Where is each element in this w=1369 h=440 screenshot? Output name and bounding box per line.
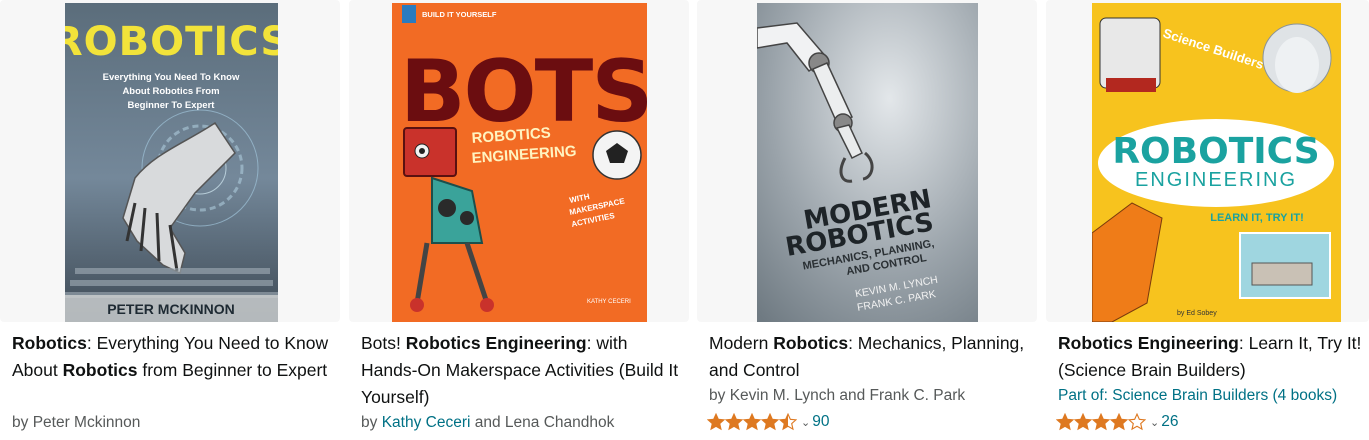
product-card-4[interactable]: Science Builders ROBOTICS ENGINEERING LE… bbox=[1046, 0, 1369, 440]
book-cover-modern-robotics[interactable]: MODERN ROBOTICS MECHANICS, PLANNING, AND… bbox=[757, 3, 978, 322]
byline-prefix: by bbox=[12, 414, 33, 431]
star-rating[interactable]: ⌄ 26 bbox=[1056, 413, 1178, 431]
product-title-link[interactable]: Robotics: Everything You Need to Know Ab… bbox=[12, 330, 332, 384]
byline: by Peter Mckinnon bbox=[12, 413, 140, 433]
book-cover-robotics-mckinnon[interactable]: ROBOTICS Everything You Need To Know Abo… bbox=[65, 3, 278, 322]
star-icon bbox=[761, 413, 779, 431]
cover-series: BUILD IT YOURSELF bbox=[422, 10, 497, 19]
chevron-down-icon[interactable]: ⌄ bbox=[801, 416, 810, 429]
star-icon bbox=[779, 413, 797, 431]
cover-tagline: LEARN IT, TRY IT! bbox=[1210, 212, 1304, 224]
cover-author: by Ed Sobey bbox=[1177, 310, 1217, 317]
star-icon bbox=[707, 413, 725, 431]
cover-subtitle-2: About Robotics From bbox=[122, 86, 219, 97]
product-title-link[interactable]: Robotics Engineering: Learn It, Try It! … bbox=[1058, 330, 1369, 384]
book-cover-bots[interactable]: BUILD IT YOURSELF BOTS! ROBOTICS ENGINEE… bbox=[392, 3, 647, 322]
byline: by Kathy Ceceri and Lena Chandhok bbox=[361, 413, 614, 433]
product-title-link[interactable]: Bots! Robotics Engineering: with Hands-O… bbox=[361, 330, 686, 411]
author-name: Peter Mckinnon bbox=[32, 414, 141, 431]
cover-subtitle-1: Everything You Need To Know bbox=[103, 72, 240, 83]
star-icon bbox=[1092, 413, 1110, 431]
book-cover-robotics-engineering[interactable]: Science Builders ROBOTICS ENGINEERING LE… bbox=[1092, 3, 1341, 322]
product-image-container[interactable]: ROBOTICS Everything You Need To Know Abo… bbox=[0, 0, 340, 322]
product-image-container[interactable]: Science Builders ROBOTICS ENGINEERING LE… bbox=[1046, 0, 1369, 322]
cover-author: KATHY CECERI bbox=[587, 299, 631, 305]
star-icon bbox=[725, 413, 743, 431]
product-image-container[interactable]: BUILD IT YOURSELF BOTS! ROBOTICS ENGINEE… bbox=[349, 0, 689, 322]
chevron-down-icon[interactable]: ⌄ bbox=[1150, 416, 1159, 429]
cover-subtitle-3: Beginner To Expert bbox=[128, 100, 216, 111]
stars-container bbox=[1056, 413, 1146, 431]
byline: by Kevin M. Lynch and Frank C. Park bbox=[709, 386, 965, 406]
title-part: from Beginner to Expert bbox=[137, 360, 328, 380]
product-image-container[interactable]: MODERN ROBOTICS MECHANICS, PLANNING, AND… bbox=[697, 0, 1037, 322]
product-card-3[interactable]: MODERN ROBOTICS MECHANICS, PLANNING, AND… bbox=[697, 0, 1037, 440]
author-separator: and bbox=[470, 414, 505, 431]
title-part: Modern bbox=[709, 333, 774, 353]
title-part: Robotics bbox=[62, 360, 138, 380]
title-part: Bots! bbox=[361, 333, 406, 353]
review-count[interactable]: 90 bbox=[812, 413, 829, 431]
product-card-2[interactable]: BUILD IT YOURSELF BOTS! ROBOTICS ENGINEE… bbox=[349, 0, 689, 440]
author-name: Lena Chandhok bbox=[504, 414, 615, 431]
byline-prefix: by bbox=[709, 387, 730, 404]
title-part: Robotics Engineering bbox=[1058, 333, 1239, 353]
review-count[interactable]: 26 bbox=[1161, 413, 1178, 431]
stars-container bbox=[707, 413, 797, 431]
title-part: Robotics bbox=[773, 333, 849, 353]
byline-prefix: by bbox=[361, 414, 382, 431]
star-icon bbox=[1110, 413, 1128, 431]
product-title-link[interactable]: Modern Robotics: Mechanics, Planning, an… bbox=[709, 330, 1029, 384]
cover-title-1: ROBOTICS bbox=[1112, 131, 1319, 172]
star-icon bbox=[1128, 413, 1146, 431]
series-link[interactable]: Part of: Science Brain Builders (4 books… bbox=[1058, 386, 1337, 406]
star-icon bbox=[1074, 413, 1092, 431]
star-icon bbox=[743, 413, 761, 431]
product-card-1[interactable]: ROBOTICS Everything You Need To Know Abo… bbox=[0, 0, 340, 440]
author-link[interactable]: Kathy Ceceri bbox=[382, 414, 471, 431]
product-carousel-row: ROBOTICS Everything You Need To Know Abo… bbox=[0, 0, 1369, 440]
title-part: Robotics Engineering bbox=[405, 333, 587, 353]
cover-title: ROBOTICS bbox=[65, 19, 278, 65]
star-icon bbox=[1056, 413, 1074, 431]
star-rating[interactable]: ⌄ 90 bbox=[707, 413, 829, 431]
cover-author: PETER MCKINNON bbox=[107, 301, 235, 317]
title-part: Robotics bbox=[12, 333, 87, 353]
cover-title-2: ENGINEERING bbox=[1135, 169, 1297, 191]
author-name: Kevin M. Lynch and Frank C. Park bbox=[729, 387, 966, 404]
